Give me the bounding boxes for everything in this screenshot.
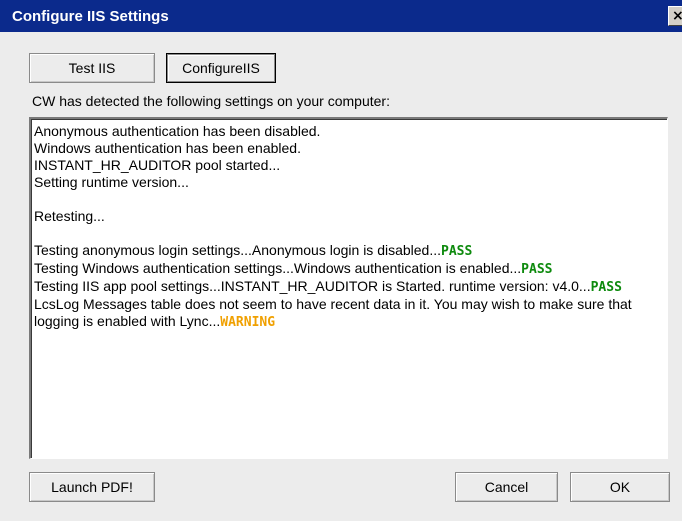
pass-status: PASS xyxy=(521,262,553,277)
configure-iis-button[interactable]: ConfigureIIS xyxy=(166,53,276,83)
configure-iis-dialog: Configure IIS Settings × Test IIS Config… xyxy=(0,0,682,521)
close-icon[interactable]: × xyxy=(668,6,682,26)
log-line-text: INSTANT_HR_AUDITOR pool started... xyxy=(34,157,281,173)
warning-status: WARNING xyxy=(220,315,276,330)
log-line: Testing IIS app pool settings...INSTANT_… xyxy=(34,278,663,296)
cancel-button[interactable]: Cancel xyxy=(455,472,558,502)
log-line: Setting runtime version... xyxy=(34,174,663,191)
test-iis-button[interactable]: Test IIS xyxy=(29,53,155,83)
log-line: Anonymous authentication has been disabl… xyxy=(34,123,663,140)
log-line-text: Setting runtime version... xyxy=(34,174,189,190)
log-line: Retesting... xyxy=(34,208,663,225)
title-bar[interactable]: Configure IIS Settings × xyxy=(0,0,682,32)
detected-settings-label: CW has detected the following settings o… xyxy=(32,93,390,109)
ok-button[interactable]: OK xyxy=(570,472,670,502)
window-title: Configure IIS Settings xyxy=(12,7,169,25)
pass-status: PASS xyxy=(590,280,622,295)
log-line-text: Testing anonymous login settings...Anony… xyxy=(34,242,442,258)
log-line: LcsLog Messages table does not seem to h… xyxy=(34,296,663,331)
log-line: Testing anonymous login settings...Anony… xyxy=(34,242,663,260)
log-line: Windows authentication has been enabled. xyxy=(34,140,663,157)
log-line-text: Testing IIS app pool settings...INSTANT_… xyxy=(34,278,591,294)
log-line-text: Windows authentication has been enabled. xyxy=(34,140,301,156)
launch-pdf-button[interactable]: Launch PDF! xyxy=(29,472,155,502)
log-line-text: LcsLog Messages table does not seem to h… xyxy=(34,296,632,329)
log-line-text: Testing Windows authentication settings.… xyxy=(34,260,522,276)
results-log[interactable]: Anonymous authentication has been disabl… xyxy=(29,117,668,459)
log-line: INSTANT_HR_AUDITOR pool started... xyxy=(34,157,663,174)
pass-status: PASS xyxy=(441,244,473,259)
log-line: Testing Windows authentication settings.… xyxy=(34,260,663,278)
log-line-text: Anonymous authentication has been disabl… xyxy=(34,123,321,139)
log-line-text: Retesting... xyxy=(34,208,105,224)
